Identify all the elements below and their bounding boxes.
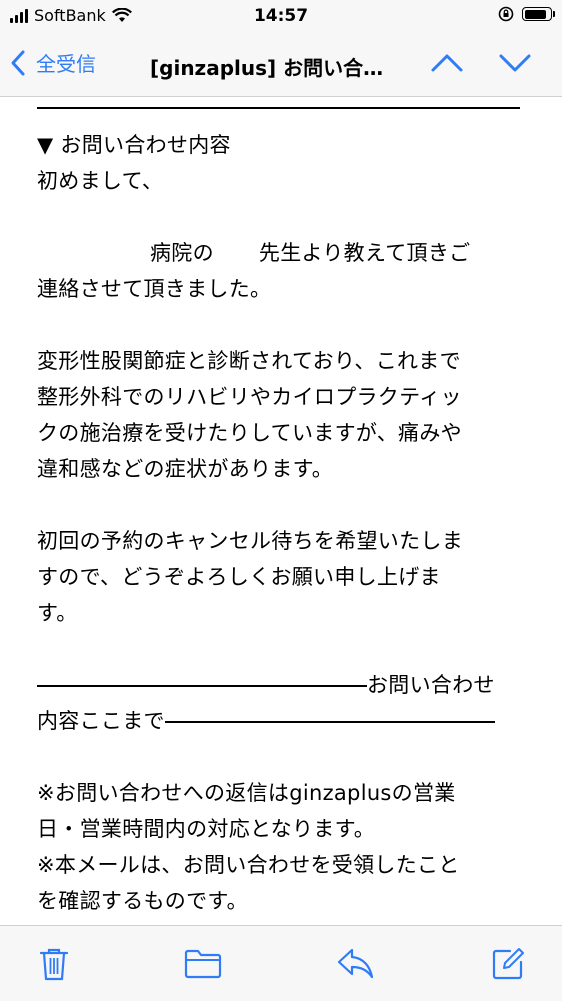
chevron-up-icon: [431, 54, 463, 72]
message-text: ▼ お問い合わせ内容 初めまして、 病院の 先生より教えて頂きご 連絡させて頂きま…: [37, 127, 517, 919]
para2-line: 変形性股関節症と診断されており、これまで: [37, 349, 461, 373]
para3-line: すので、どうぞよろしくお願い申し上げま: [37, 565, 441, 589]
para2-line: 違和感などの症状があります。: [37, 457, 334, 481]
status-bar: SoftBank 14:57: [0, 0, 562, 34]
folder-icon: [184, 949, 222, 979]
reply-icon: [337, 948, 374, 979]
contact-line: 連絡させて頂きました。: [37, 277, 272, 301]
divider-line: [37, 685, 367, 687]
note-line: 日・営業時間内の対応となります。: [37, 817, 376, 841]
bottom-toolbar: [0, 925, 562, 1001]
next-message-button[interactable]: [498, 48, 532, 82]
chevron-down-icon: [499, 54, 531, 72]
chevron-left-icon: [11, 50, 25, 75]
para3-line: 初回の予約のキャンセル待ちを希望いたしま: [37, 529, 463, 553]
reply-button[interactable]: [336, 946, 376, 984]
compose-icon: [492, 948, 524, 980]
para2-line: 整形外科でのリハビリやカイロプラクティッ: [37, 385, 462, 409]
para3-line: す。: [37, 601, 78, 625]
rotation-lock-icon: [498, 6, 514, 22]
nav-bar: 全受信 [ginzaplus] お問い合…: [0, 34, 562, 97]
back-button[interactable]: 全受信: [10, 48, 96, 77]
previous-message-button[interactable]: [430, 48, 464, 82]
hospital-line: 病院の 先生より教えて頂きご: [37, 235, 517, 271]
end-marker-a: お問い合わせ: [367, 673, 495, 697]
delete-button[interactable]: [38, 946, 70, 986]
status-right: [498, 6, 555, 22]
nav-title: [ginzaplus] お問い合…: [150, 56, 384, 80]
top-divider: [37, 107, 520, 109]
end-marker-line-2: 内容ここまで: [37, 703, 517, 739]
status-time: 14:57: [253, 6, 309, 26]
end-marker-b: 内容ここまで: [37, 709, 165, 733]
end-marker-line-1: お問い合わせ: [37, 667, 517, 703]
message-body[interactable]: ▼ お問い合わせ内容 初めまして、 病院の 先生より教えて頂きご 連絡させて頂きま…: [0, 97, 562, 925]
section-header: ▼ お問い合わせ内容: [37, 133, 231, 157]
note-line: ※本メールは、お問い合わせを受領したこと: [37, 853, 460, 877]
trash-icon: [39, 948, 69, 981]
divider-line: [164, 721, 495, 723]
greeting-line: 初めまして、: [37, 169, 164, 193]
battery-icon: [522, 7, 555, 21]
hospital-text-a: 病院の: [150, 241, 214, 265]
compose-button[interactable]: [490, 946, 526, 986]
note-line: を確認するものです。: [37, 889, 248, 913]
hospital-text-b: 先生より教えて頂きご: [258, 241, 471, 265]
move-button[interactable]: [184, 946, 222, 984]
note-line: ※お問い合わせへの返信はginzaplusの営業: [37, 781, 456, 805]
para2-line: クの施治療を受けたりしていますが、痛みや: [37, 421, 462, 445]
back-label: 全受信: [36, 52, 96, 76]
